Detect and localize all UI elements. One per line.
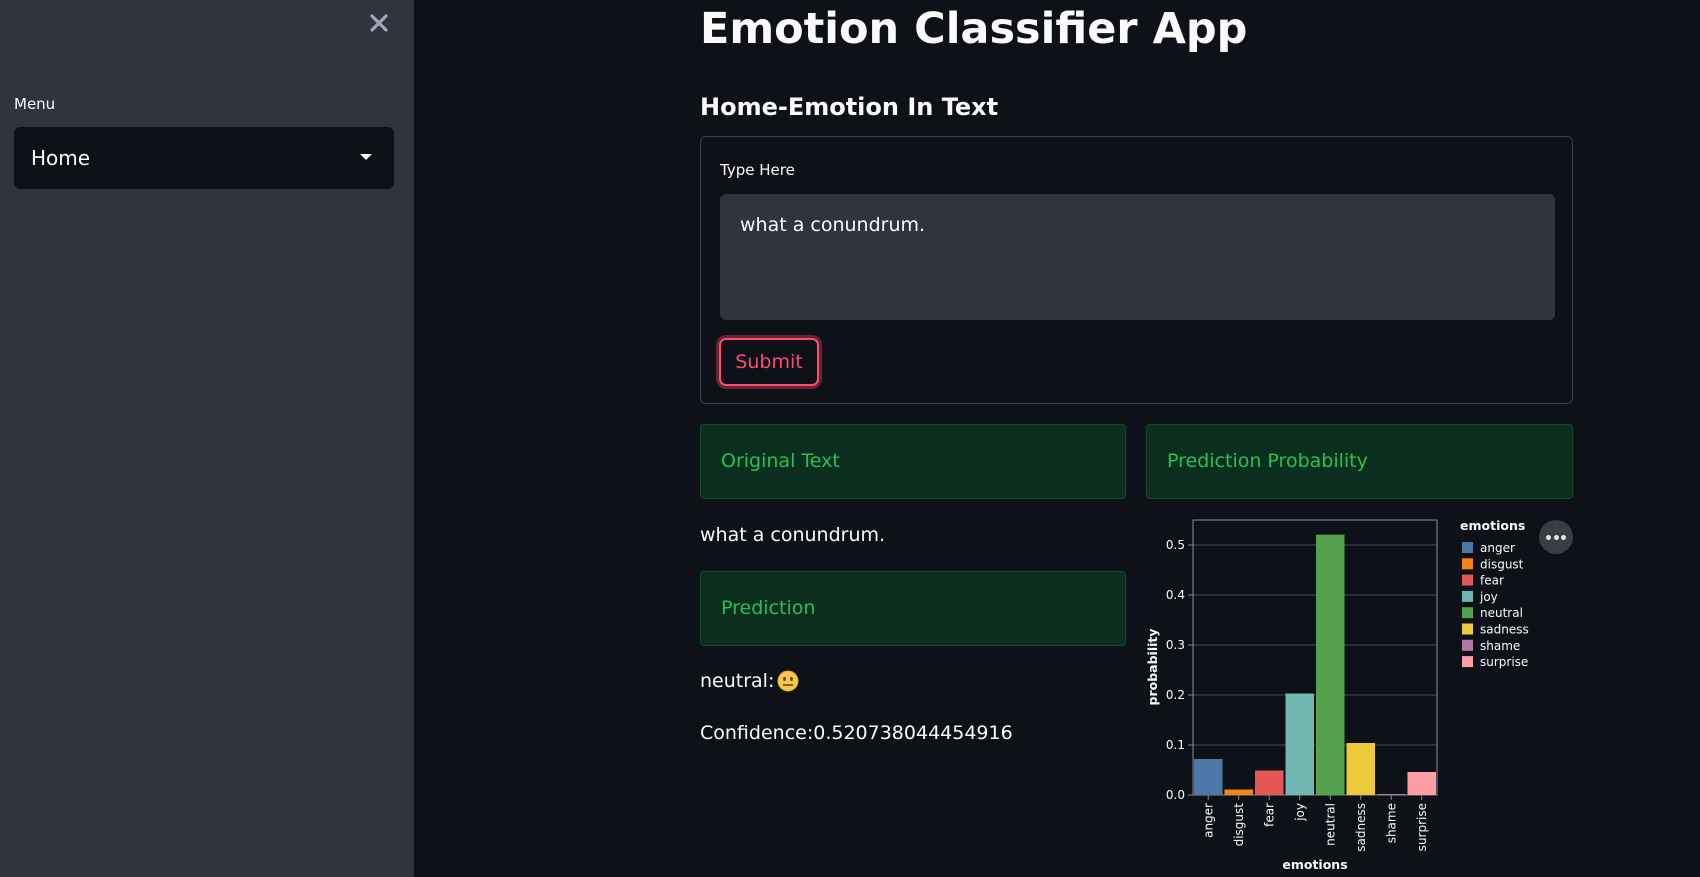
legend-label-neutral: neutral bbox=[1480, 606, 1523, 620]
x-tick-label: surprise bbox=[1415, 803, 1429, 851]
legend-label-fear: fear bbox=[1480, 574, 1504, 588]
legend-swatch-joy bbox=[1462, 590, 1473, 602]
menu-label: Menu bbox=[14, 95, 56, 113]
bar-joy bbox=[1285, 693, 1314, 795]
x-tick-label: neutral bbox=[1323, 803, 1337, 846]
legend-label-anger: anger bbox=[1480, 541, 1515, 555]
legend-label-surprise: surprise bbox=[1480, 655, 1528, 669]
legend-label-disgust: disgust bbox=[1480, 557, 1524, 571]
legend-label-sadness: sadness bbox=[1480, 623, 1529, 637]
x-tick-label: shame bbox=[1384, 803, 1398, 843]
x-tick-label: disgust bbox=[1232, 803, 1246, 847]
y-tick-label: 0.2 bbox=[1166, 688, 1185, 702]
legend-swatch-fear bbox=[1462, 574, 1473, 586]
bar-fear bbox=[1255, 770, 1284, 795]
menu-select-value: Home bbox=[31, 146, 91, 170]
y-tick-label: 0.1 bbox=[1166, 738, 1185, 752]
bar-neutral bbox=[1316, 534, 1345, 795]
page-subheader: Home-Emotion In Text bbox=[700, 93, 999, 121]
prediction-header-label: Prediction bbox=[721, 597, 816, 619]
neutral-face-icon bbox=[777, 670, 799, 692]
text-input-label: Type Here bbox=[720, 161, 795, 179]
bar-surprise bbox=[1407, 772, 1436, 795]
legend-label-shame: shame bbox=[1480, 639, 1520, 653]
y-tick-label: 0.0 bbox=[1166, 788, 1185, 802]
more-options-icon[interactable] bbox=[1539, 520, 1573, 554]
x-tick-label: sadness bbox=[1354, 803, 1368, 852]
bar-disgust bbox=[1224, 789, 1253, 795]
prediction-probability-header-label: Prediction Probability bbox=[1167, 450, 1368, 472]
text-form: Type Here what a conundrum. Submit bbox=[700, 136, 1573, 404]
prediction-header: Prediction bbox=[700, 571, 1126, 646]
caret-down-icon bbox=[360, 154, 372, 160]
page-title: Emotion Classifier App bbox=[700, 4, 1248, 54]
legend-label-joy: joy bbox=[1479, 590, 1498, 604]
x-tick-label: joy bbox=[1293, 803, 1307, 822]
y-tick-label: 0.5 bbox=[1166, 538, 1185, 552]
legend-swatch-disgust bbox=[1462, 558, 1473, 570]
legend-swatch-sadness bbox=[1462, 623, 1473, 635]
menu-select[interactable]: Home bbox=[14, 127, 394, 189]
original-text-value: what a conundrum. bbox=[700, 524, 886, 546]
y-tick-label: 0.4 bbox=[1166, 588, 1185, 602]
bar-shame bbox=[1377, 794, 1406, 795]
prediction-probability-header: Prediction Probability bbox=[1146, 424, 1573, 499]
original-text-header-label: Original Text bbox=[721, 450, 840, 472]
prediction-probability-chart: 0.0 0.1 0.2 0.3 0.4 0.5 anger disgust fear joy neu… bbox=[1145, 518, 1529, 872]
bar-sadness bbox=[1346, 743, 1375, 795]
bar-anger bbox=[1194, 759, 1223, 795]
prediction-result: neutral: bbox=[700, 670, 799, 692]
close-icon[interactable] bbox=[364, 8, 394, 38]
legend-swatch-surprise bbox=[1462, 656, 1473, 668]
x-tick-label: fear bbox=[1262, 803, 1276, 827]
text-input[interactable]: what a conundrum. bbox=[720, 194, 1555, 320]
sidebar: Menu Home bbox=[0, 0, 414, 877]
legend-swatch-anger bbox=[1462, 542, 1473, 553]
submit-button[interactable]: Submit bbox=[716, 335, 822, 389]
plot-frame bbox=[1192, 519, 1438, 796]
y-axis-title: probability bbox=[1145, 628, 1160, 705]
legend-swatch-shame bbox=[1462, 639, 1473, 651]
original-text-header: Original Text bbox=[700, 424, 1126, 499]
x-axis-title: emotions bbox=[1282, 857, 1347, 872]
legend-swatch-neutral bbox=[1462, 607, 1473, 619]
prediction-label: neutral: bbox=[700, 670, 775, 692]
y-tick-label: 0.3 bbox=[1166, 638, 1185, 652]
x-tick-label: anger bbox=[1201, 803, 1215, 838]
legend-title: emotions bbox=[1460, 518, 1525, 533]
confidence-text: Confidence:0.520738044454916 bbox=[700, 722, 1013, 744]
